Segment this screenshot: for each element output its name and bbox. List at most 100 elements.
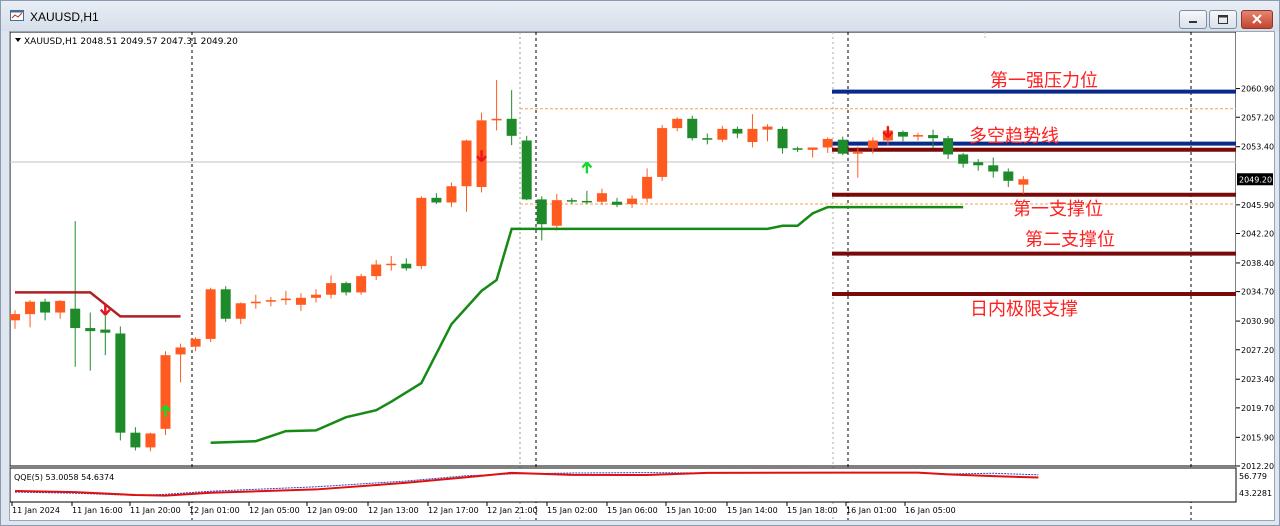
candle-body bbox=[506, 118, 517, 136]
qqe-tick-label: 56.779 bbox=[1239, 472, 1267, 481]
candle-body bbox=[958, 154, 969, 164]
time-tick-label: 12 Jan 09:00 bbox=[307, 506, 358, 515]
candle-body bbox=[672, 118, 683, 129]
candle-body bbox=[943, 138, 954, 155]
time-tick-label: 15 Jan 02:00 bbox=[547, 506, 598, 515]
candle-body bbox=[401, 263, 412, 269]
price-axis-bg bbox=[1236, 32, 1274, 520]
time-tick-label: 15 Jan 14:00 bbox=[727, 506, 778, 515]
candle-body bbox=[732, 128, 743, 134]
candle-body bbox=[596, 193, 607, 202]
candle-body bbox=[612, 201, 622, 205]
time-tick-label: 12 Jan 05:00 bbox=[249, 506, 300, 515]
price-tick-label: 2030.90 bbox=[1241, 317, 1274, 326]
candle-body bbox=[341, 283, 352, 293]
grid-lines bbox=[9, 31, 1237, 520]
candle-body bbox=[777, 128, 788, 149]
candle-body bbox=[792, 148, 803, 150]
candle-body bbox=[70, 308, 81, 329]
candle-body bbox=[822, 138, 833, 148]
time-tick-label: 16 Jan 05:00 bbox=[905, 506, 956, 515]
candle-body bbox=[235, 303, 246, 319]
candle-body bbox=[311, 294, 321, 298]
candle-body bbox=[867, 140, 878, 149]
qqe-subwindow: QQE(5) 53.0058 54.6374 56.779 43.2281 bbox=[9, 467, 1272, 503]
candle-body bbox=[295, 297, 306, 305]
candle-body bbox=[837, 139, 848, 154]
candle-body bbox=[386, 263, 397, 266]
time-tick-label: 12 Jan 01:00 bbox=[189, 506, 240, 515]
candle-body bbox=[160, 355, 171, 429]
candle-body bbox=[250, 301, 261, 304]
time-tick-label: 11 Jan 20:00 bbox=[130, 506, 181, 515]
candle-body bbox=[356, 276, 367, 293]
price-tick-label: 2023.40 bbox=[1241, 375, 1274, 384]
price-tick-label: 2038.40 bbox=[1241, 259, 1274, 268]
price-chart[interactable]: 第一强压力位多空趋势线第一支撑位第二支撑位日内极限支撑 2060.90 2057.… bbox=[9, 31, 1274, 520]
candle-body bbox=[1003, 171, 1014, 181]
candle-body bbox=[205, 289, 216, 339]
chart-header: XAUUSD,H1 2048.51 2049.57 2047.31 2049.2… bbox=[15, 37, 238, 47]
candle-body bbox=[762, 126, 773, 130]
candle-body bbox=[807, 147, 818, 150]
current-price-label: 2049.20 bbox=[1239, 175, 1272, 184]
price-tick-label: 2057.20 bbox=[1241, 113, 1274, 122]
candle-body bbox=[220, 289, 231, 319]
maximize-button[interactable] bbox=[1209, 10, 1237, 29]
candle-body bbox=[416, 197, 427, 267]
time-tick-label: 12 Jan 13:00 bbox=[368, 506, 419, 515]
candle-body bbox=[687, 118, 698, 139]
candle-body bbox=[326, 283, 337, 295]
price-tick-label: 2060.90 bbox=[1241, 85, 1274, 94]
candle-body bbox=[130, 432, 141, 448]
time-tick-label: 12 Jan 21:00 bbox=[487, 506, 538, 515]
chart-area[interactable]: 第一强压力位 多空趋势线 第一支撑位 第二支撑位 日内极限支撑 2060.90 2057.… bbox=[9, 31, 1275, 521]
candle-body bbox=[913, 135, 923, 137]
candle-body bbox=[988, 165, 999, 172]
qqe-frame bbox=[9, 467, 1237, 503]
candle-body bbox=[85, 328, 96, 332]
candle-body bbox=[175, 347, 186, 355]
close-icon bbox=[1252, 14, 1262, 24]
candle-body bbox=[897, 131, 908, 137]
level-label: 第一支撑位 bbox=[1013, 199, 1103, 220]
candle-body bbox=[371, 264, 382, 277]
title-bar[interactable]: XAUUSD,H1 bbox=[1, 1, 1279, 31]
candle-body bbox=[115, 333, 126, 433]
candle-body bbox=[1018, 179, 1029, 185]
level-label: 日内极限支撑 bbox=[970, 299, 1078, 320]
time-tick-label: 11 Jan 2024 bbox=[12, 506, 60, 515]
minimize-icon bbox=[1189, 21, 1197, 23]
candle-body bbox=[521, 140, 532, 200]
time-tick-label: 16 Jan 01:00 bbox=[846, 506, 897, 515]
price-tick-label: 2015.90 bbox=[1241, 433, 1274, 442]
window-title: XAUUSD,H1 bbox=[30, 10, 99, 24]
candle-body bbox=[642, 176, 653, 199]
time-tick-label: 15 Jan 06:00 bbox=[607, 506, 658, 515]
candle-body bbox=[431, 197, 442, 203]
qqe-label: QQE(5) 53.0058 54.6374 bbox=[14, 473, 114, 482]
candle-body bbox=[55, 300, 66, 313]
candle-body bbox=[40, 301, 51, 313]
candle-body bbox=[973, 162, 984, 166]
candle-body bbox=[852, 152, 863, 154]
price-tick-label: 2012.20 bbox=[1241, 462, 1274, 471]
restore-icon bbox=[1218, 15, 1228, 24]
candle-body bbox=[446, 186, 457, 203]
candle-body bbox=[461, 140, 472, 187]
price-tick-label: 2053.40 bbox=[1241, 143, 1274, 152]
candle-body bbox=[25, 301, 36, 315]
time-tick-label: 15 Jan 10:00 bbox=[666, 506, 717, 515]
time-tick-label: 11 Jan 16:00 bbox=[72, 506, 123, 515]
candle-body bbox=[717, 128, 728, 140]
time-tick-label: 15 Jan 18:00 bbox=[787, 506, 838, 515]
candle-body bbox=[536, 199, 547, 225]
symbol-header: XAUUSD,H1 2048.51 2049.57 2047.31 2049.2… bbox=[24, 37, 238, 47]
candle-body bbox=[928, 135, 939, 139]
price-tick-label: 2042.20 bbox=[1241, 230, 1274, 239]
minimize-button[interactable] bbox=[1179, 10, 1207, 29]
candle-body bbox=[702, 138, 713, 140]
close-button[interactable] bbox=[1241, 10, 1273, 29]
price-tick-label: 2034.70 bbox=[1241, 288, 1274, 297]
candle-body bbox=[551, 200, 562, 226]
